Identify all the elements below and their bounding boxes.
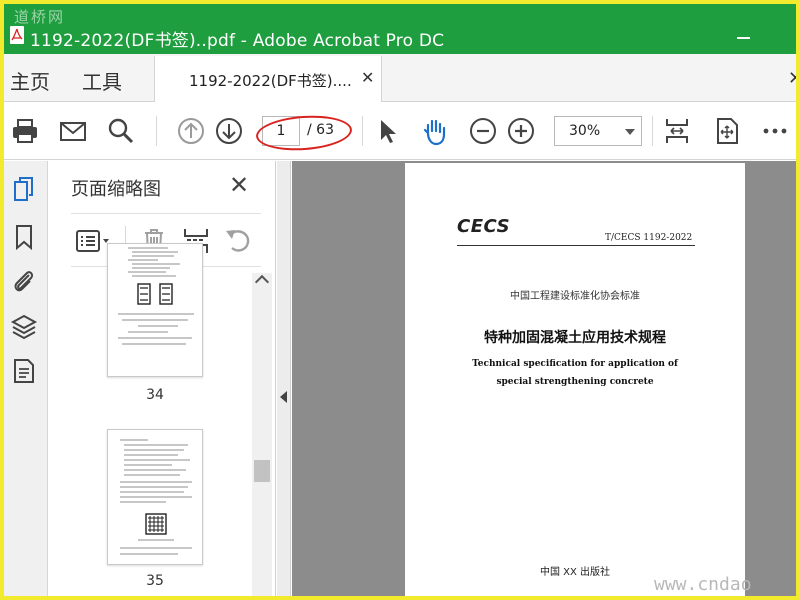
panel-title: 页面缩略图 <box>71 179 161 200</box>
title-bar: 道桥网 1192-2022(DF书签)..pdf - Adobe Acrobat… <box>4 4 796 54</box>
document-tab-label: 1192-2022(DF书签).... <box>189 72 352 90</box>
header-rule <box>457 245 695 246</box>
thumbnails-panel: 页面缩略图 ✕ 34 35 <box>49 161 276 596</box>
hand-tool-icon[interactable] <box>420 116 450 146</box>
undo-icon[interactable] <box>223 226 253 256</box>
toolbar-separator <box>362 116 363 146</box>
toolbar-separator <box>652 116 653 146</box>
chevron-up-icon[interactable] <box>254 274 270 290</box>
attachments-icon[interactable] <box>10 267 38 295</box>
zoom-value: 30% <box>569 123 601 139</box>
thumbnail-page-number: 35 <box>146 573 164 589</box>
standard-code: T/CECS 1192-2022 <box>605 233 693 243</box>
search-icon[interactable] <box>106 116 136 146</box>
navigation-rail <box>4 161 48 596</box>
page-thumbnails-icon[interactable] <box>10 175 38 203</box>
thumbnail-content <box>118 247 194 345</box>
bookmarks-icon[interactable] <box>10 223 38 251</box>
more-icon[interactable] <box>760 116 790 146</box>
page-thumbnail[interactable] <box>107 243 203 377</box>
page-thumbnail[interactable] <box>107 429 203 565</box>
tab-close-icon[interactable]: ✕ <box>361 68 374 87</box>
panel-collapse-handle[interactable] <box>277 161 291 596</box>
panel-close-icon[interactable]: ✕ <box>229 171 249 199</box>
document-tab[interactable]: 1192-2022(DF书签).... ✕ <box>154 56 382 103</box>
zoom-out-icon[interactable] <box>468 116 498 146</box>
acrobat-window: 道桥网 1192-2022(DF书签)..pdf - Adobe Acrobat… <box>4 4 796 596</box>
document-title-en-line2: special strengthening concrete <box>496 377 654 387</box>
watermark-top-left: 道桥网 <box>14 8 66 26</box>
watermark-bottom-right: www.cndao <box>654 574 752 595</box>
thumbnail-content <box>120 439 192 555</box>
thumbnail-scrollbar[interactable] <box>252 273 272 596</box>
cecs-logo: CECS <box>457 216 511 237</box>
print-icon[interactable] <box>10 116 40 146</box>
zoom-select[interactable]: 30% <box>554 116 642 146</box>
close-icon[interactable]: ✕ <box>788 68 796 89</box>
layers-icon[interactable] <box>10 313 38 341</box>
tab-bar: 主页 工具 1192-2022(DF书签).... ✕ ✕ <box>4 54 796 103</box>
chevron-down-icon <box>625 129 635 135</box>
fit-page-icon[interactable] <box>662 116 692 146</box>
minimize-button[interactable] <box>737 37 750 39</box>
page-down-icon[interactable] <box>214 116 244 146</box>
window-title: 1192-2022(DF书签)..pdf - Adobe Acrobat Pro… <box>30 31 445 51</box>
thumbnail-page-number: 34 <box>146 387 164 403</box>
document-title-cn: 特种加固混凝土应用技术规程 <box>484 330 666 346</box>
scrollbar-thumb[interactable] <box>254 460 270 482</box>
organization-line: 中国工程建设标准化协会标准 <box>510 291 640 302</box>
chevron-left-icon <box>280 391 287 403</box>
menu-home[interactable]: 主页 <box>10 66 50 95</box>
page-content-icon[interactable] <box>10 357 38 385</box>
toolbar: 1 / 63 30% <box>4 102 796 160</box>
menu-tools[interactable]: 工具 <box>82 66 122 95</box>
document-viewport[interactable]: CECS T/CECS 1192-2022 中国工程建设标准化协会标准 特种加固… <box>292 161 796 596</box>
toolbar-separator <box>156 116 157 146</box>
zoom-in-icon[interactable] <box>506 116 536 146</box>
rotate-view-icon[interactable] <box>712 116 742 146</box>
pdf-file-icon <box>10 26 24 44</box>
pdf-page: CECS T/CECS 1192-2022 中国工程建设标准化协会标准 特种加固… <box>405 163 745 596</box>
email-icon[interactable] <box>58 116 88 146</box>
select-pointer-icon[interactable] <box>372 116 402 146</box>
document-title-en-line1: Technical specification for application … <box>472 359 678 369</box>
page-up-icon[interactable] <box>176 116 206 146</box>
